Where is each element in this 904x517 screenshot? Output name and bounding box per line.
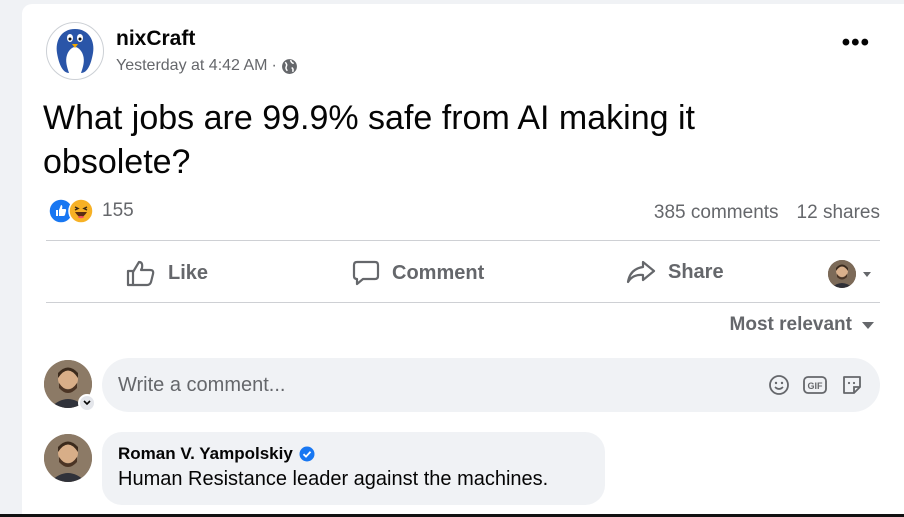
sort-label: Most relevant — [729, 314, 852, 335]
comment-bubble: Roman V. Yampolskiy Human Resistance lea… — [102, 432, 605, 505]
share-button[interactable]: Share — [626, 259, 724, 285]
profile-switch-badge[interactable] — [78, 394, 96, 412]
current-user-avatar[interactable] — [44, 360, 96, 412]
thumbs-up-icon — [126, 260, 155, 287]
reaction-count: 155 — [102, 200, 134, 221]
globe-icon[interactable] — [281, 58, 298, 75]
post-time[interactable]: Yesterday at 4:42 AM — [116, 57, 268, 75]
gif-icon[interactable]: GIF — [802, 374, 828, 396]
shares-count-link[interactable]: 12 shares — [797, 202, 880, 223]
post-card: nixCraft Yesterday at 4:42 AM · ••• What… — [22, 4, 904, 517]
comment-icon — [352, 260, 380, 286]
avatar — [828, 260, 856, 288]
page-avatar[interactable] — [46, 22, 104, 80]
like-label: Like — [168, 261, 209, 284]
comment-author-row: Roman V. Yampolskiy — [118, 444, 587, 464]
haha-reaction-icon — [68, 198, 94, 224]
comments-count-link[interactable]: 385 comments — [654, 202, 779, 223]
comment-author[interactable]: Roman V. Yampolskiy — [118, 444, 293, 464]
gif-label: GIF — [808, 381, 824, 391]
comment-text: Human Resistance leader against the mach… — [118, 468, 549, 490]
tux-logo-icon — [56, 29, 94, 73]
comment-button[interactable]: Comment — [352, 259, 484, 287]
post-options-button[interactable]: ••• — [842, 31, 870, 55]
divider — [46, 302, 880, 303]
chevron-down-icon — [83, 400, 91, 406]
commenter-avatar[interactable] — [44, 434, 92, 482]
react-as-selector[interactable] — [828, 260, 874, 288]
verified-badge-icon — [299, 446, 315, 462]
like-button[interactable]: Like — [126, 259, 208, 287]
person-icon — [828, 260, 856, 288]
comment-input-placeholder: Write a comment... — [118, 373, 286, 396]
comment-tools: GIF — [756, 373, 864, 397]
sticker-icon[interactable] — [840, 373, 864, 397]
emoji-icon[interactable] — [768, 374, 790, 396]
comment-label: Comment — [392, 261, 485, 284]
reactions-summary[interactable]: 155 — [48, 198, 134, 224]
engagement-counts: 385 comments 12 shares — [654, 202, 880, 224]
post-actions-bar: Like Comment Share — [46, 244, 880, 304]
chevron-down-icon — [863, 272, 871, 277]
post-header-text: nixCraft Yesterday at 4:42 AM · — [116, 27, 298, 75]
share-label: Share — [668, 260, 724, 283]
page-name[interactable]: nixCraft — [116, 27, 298, 51]
meta-separator: · — [271, 57, 277, 74]
divider — [46, 240, 880, 241]
post-header: nixCraft Yesterday at 4:42 AM · — [46, 22, 298, 80]
caret-down-icon — [862, 321, 874, 329]
post-meta: Yesterday at 4:42 AM · — [116, 57, 298, 75]
share-icon — [626, 260, 656, 284]
comment-input[interactable]: Write a comment... GIF — [102, 358, 880, 412]
post-text: What jobs are 99.9% safe from AI making … — [43, 99, 695, 181]
comment-sort-dropdown[interactable]: Most relevant — [730, 314, 874, 336]
avatar — [44, 434, 92, 482]
person-icon — [44, 434, 92, 482]
